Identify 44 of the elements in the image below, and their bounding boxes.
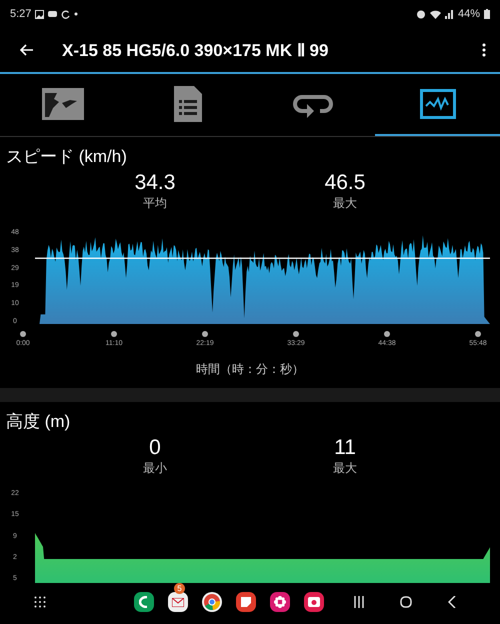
document-list-icon: [172, 85, 202, 123]
back-button[interactable]: [18, 42, 36, 58]
tick-dot: [384, 331, 390, 337]
sync-icon: [61, 10, 70, 18]
section-title: スピード (km/h): [5, 146, 128, 167]
flower-app-icon[interactable]: [270, 592, 290, 612]
back-arrow-icon: [20, 44, 34, 56]
camera-app-icon[interactable]: [304, 592, 324, 612]
stat-value: 46.5: [324, 171, 366, 195]
home-icon[interactable]: [400, 596, 412, 608]
section-title: 高度 (m): [5, 411, 72, 432]
stat-label: 最大: [333, 460, 357, 477]
graph-icon: [420, 89, 456, 119]
app-drawer-icon[interactable]: [34, 596, 46, 608]
phone-app-icon[interactable]: [134, 592, 154, 612]
tick-dot: [475, 331, 481, 337]
stat-value: 34.3: [134, 171, 176, 195]
image-icon: [35, 10, 44, 18]
stat-value: 0: [149, 436, 161, 460]
stat-label: 平均: [143, 195, 167, 212]
browser-app-icon[interactable]: [202, 592, 222, 612]
mail-app-icon[interactable]: [168, 592, 188, 612]
screen-title: X-15 85 HG5/6.0 390×175 MK Ⅱ 99: [62, 40, 330, 60]
battery-level: 44%: [458, 8, 480, 20]
stat-label: 最小: [143, 460, 167, 477]
map-icon: [42, 88, 84, 120]
tick-dot: [293, 331, 299, 337]
tick-dot: [20, 331, 26, 337]
battery-icon: [484, 9, 490, 19]
more-options-button[interactable]: [480, 41, 488, 59]
signal-icon: [444, 10, 454, 18]
clock: 5:27: [10, 8, 32, 20]
tick-dot: [202, 331, 208, 337]
axis-title: 時間（時：分：秒）: [195, 361, 305, 378]
stat-value: 11: [334, 436, 356, 460]
more-options-icon: [482, 43, 486, 57]
tick-dot: [111, 331, 117, 337]
wifi-icon: [430, 10, 441, 18]
dot-icon: [74, 12, 78, 16]
notification-badge: 5: [174, 583, 185, 594]
stat-label: 最大: [333, 195, 357, 212]
recent-apps-icon[interactable]: [354, 596, 364, 608]
notes-app-icon[interactable]: [236, 592, 256, 612]
back-icon[interactable]: [448, 596, 456, 608]
